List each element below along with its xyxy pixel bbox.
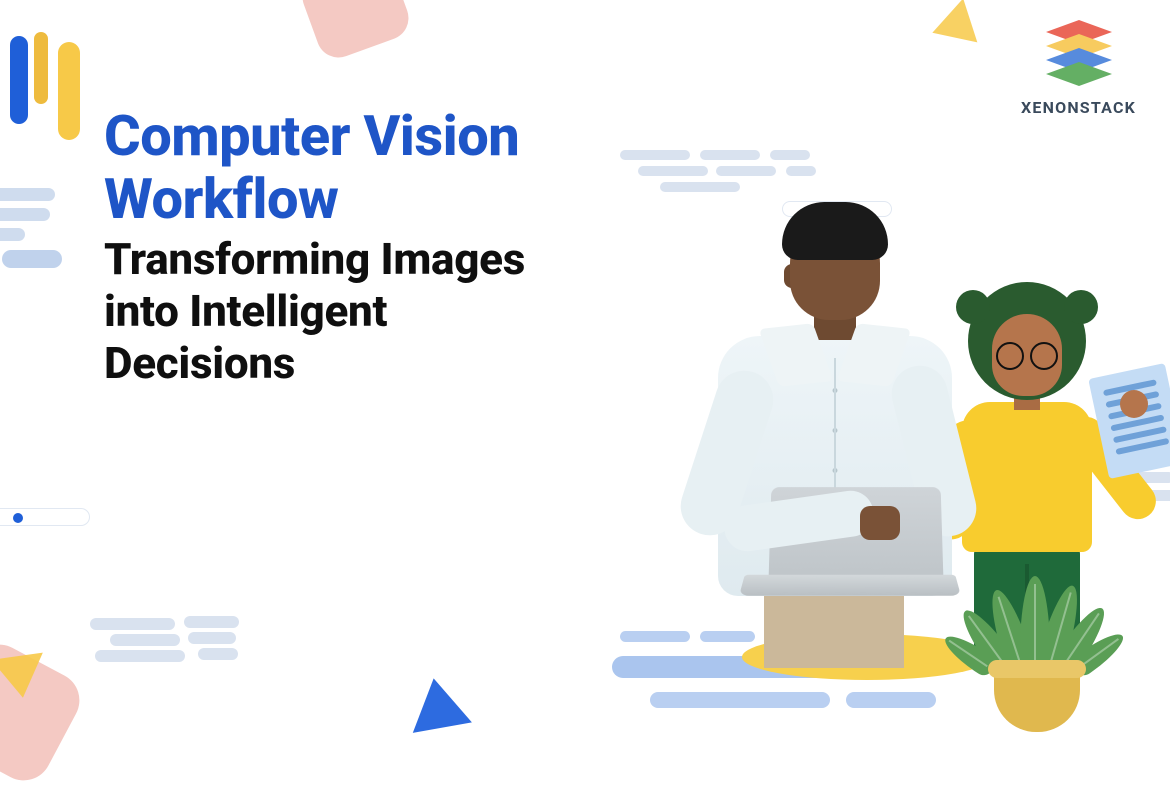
decor-capsule xyxy=(188,632,236,644)
hero-subtitle: Transforming Images into Intelligent Dec… xyxy=(104,234,664,390)
decor-capsule xyxy=(2,250,62,268)
potted-plant-icon xyxy=(950,542,1120,732)
hero-headline: Computer Vision Workflow Transforming Im… xyxy=(104,105,664,390)
brand-logo: XENONSTACK xyxy=(1021,20,1136,117)
decor-bar-lightyellow xyxy=(34,32,48,104)
title-line: Workflow xyxy=(104,166,338,232)
decor-triangle-top xyxy=(932,0,985,42)
decor-capsule xyxy=(90,618,175,630)
subtitle-line: into Intelligent xyxy=(104,285,387,337)
decor-capsule xyxy=(95,650,185,662)
decor-bar-blue xyxy=(10,36,28,124)
decor-capsule xyxy=(0,208,50,221)
hero-illustration xyxy=(642,166,1132,726)
decor-capsule xyxy=(770,150,810,160)
decor-triangle-bottom-left xyxy=(0,653,49,702)
decor-capsule xyxy=(110,634,180,646)
decor-pink-rect-top xyxy=(296,0,414,64)
decor-triangle-bottom xyxy=(404,673,472,733)
title-line: Computer Vision xyxy=(104,103,519,169)
brand-name: XENONSTACK xyxy=(1021,98,1136,117)
decor-capsule xyxy=(0,228,25,241)
decor-capsule xyxy=(700,150,760,160)
glasses-icon xyxy=(996,342,1058,360)
decor-capsule xyxy=(198,648,238,660)
decor-capsule xyxy=(184,616,239,628)
subtitle-line: Decisions xyxy=(104,337,295,389)
decor-capsule xyxy=(0,188,55,201)
hero-title: Computer Vision Workflow xyxy=(104,105,664,230)
subtitle-line: Transforming Images xyxy=(104,233,525,285)
person-photo-man xyxy=(672,208,982,678)
stack-icon xyxy=(1040,20,1118,92)
decor-pill-dot xyxy=(0,508,90,526)
decor-bar-yellow xyxy=(58,42,80,140)
